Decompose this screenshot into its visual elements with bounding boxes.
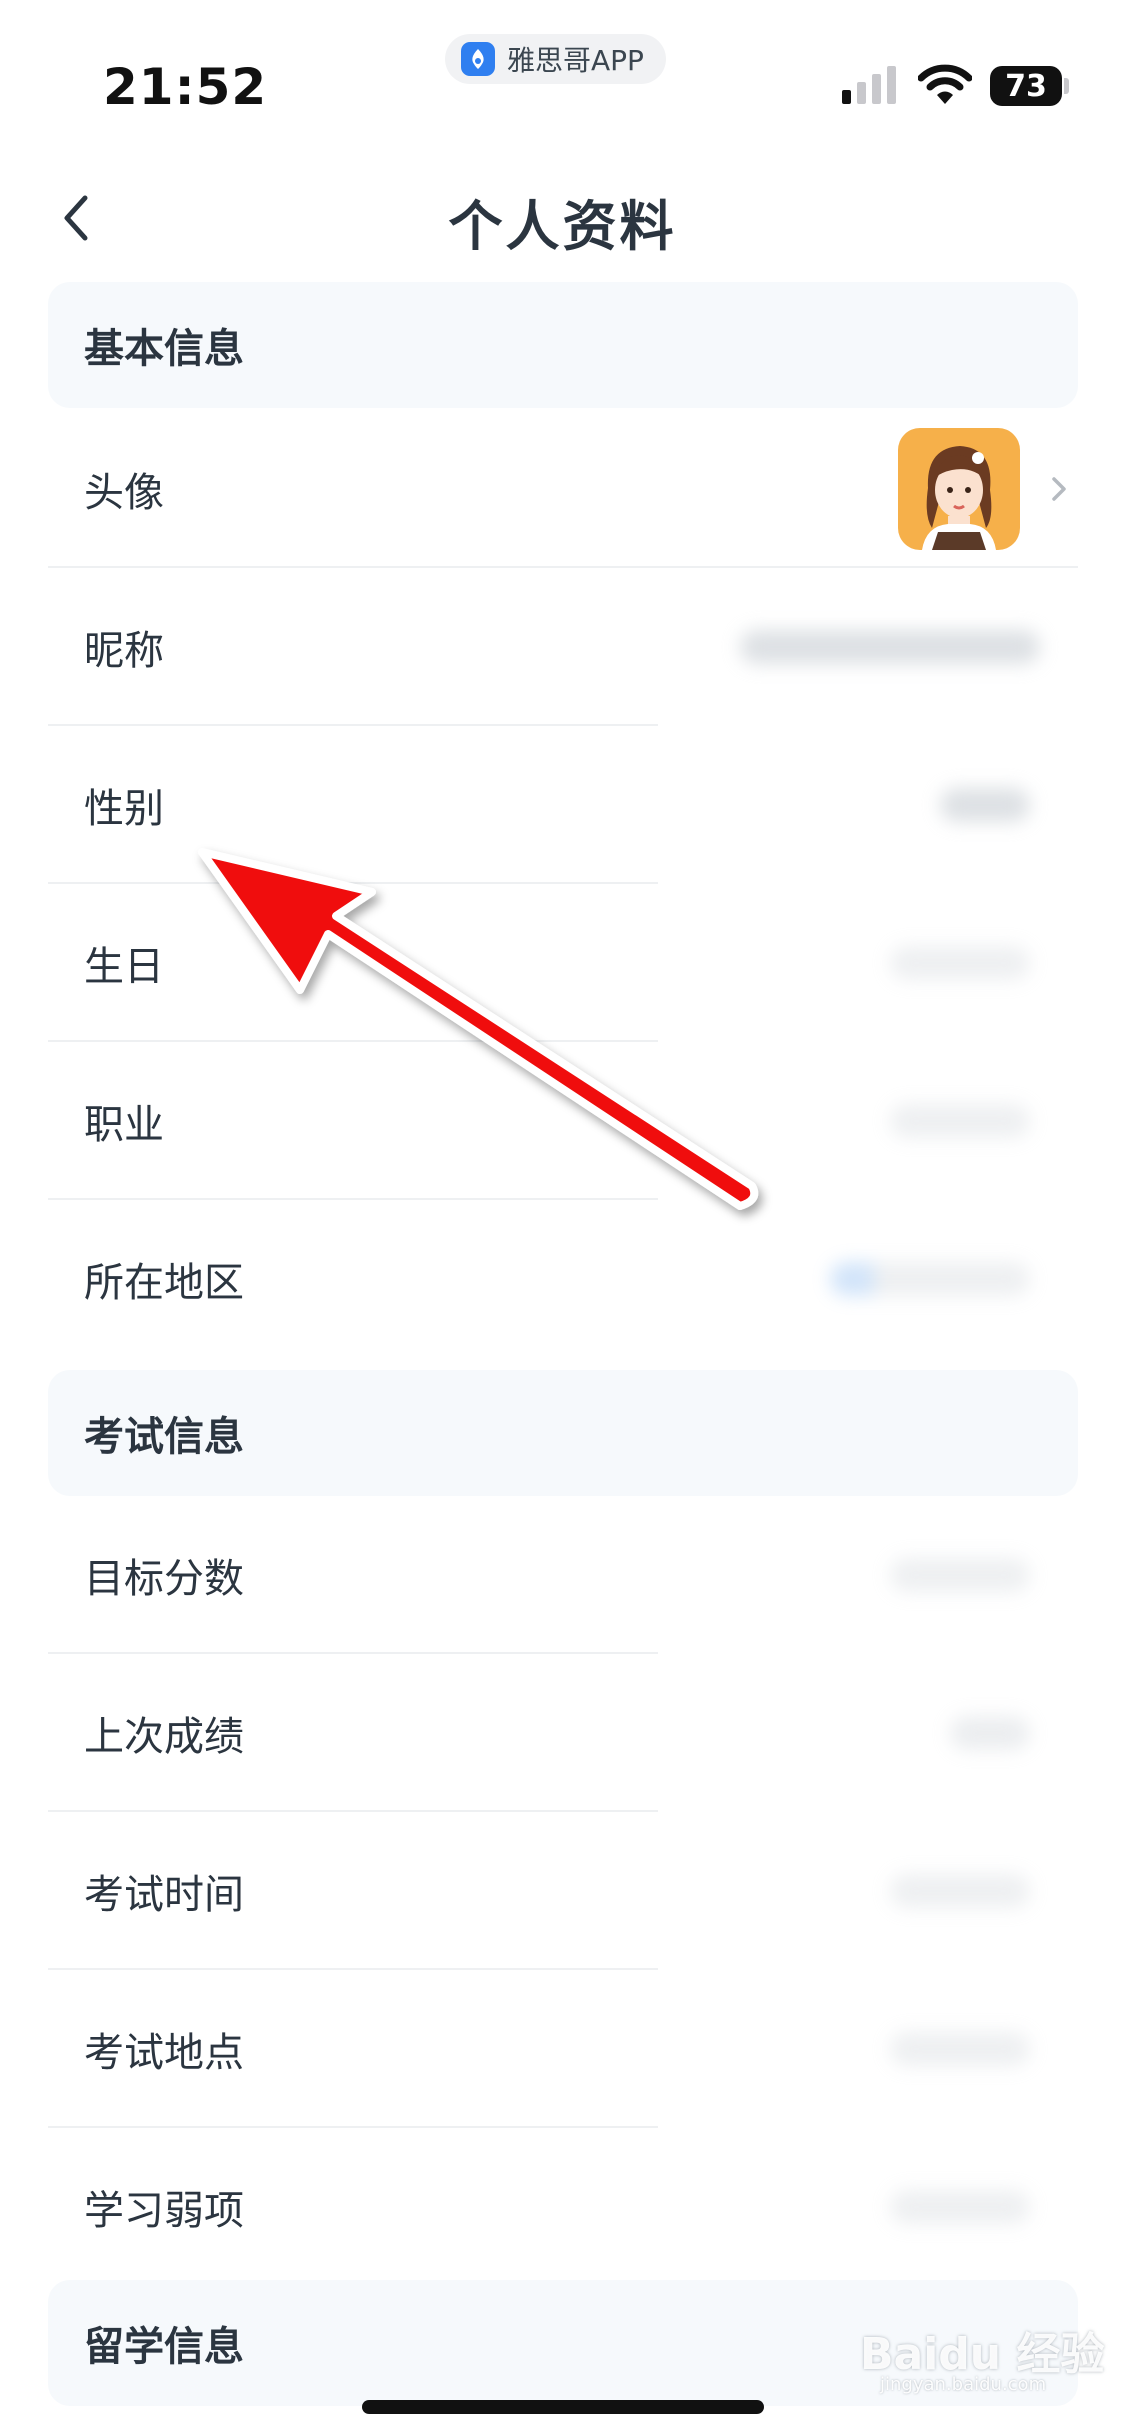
exam-place-value-blurred [890,2032,1030,2066]
section-title-study-abroad: 留学信息 [84,2324,244,2370]
row-avatar[interactable]: 头像 [48,410,1078,568]
row-label-gender: 性别 [84,786,164,832]
row-target-score[interactable]: 目标分数 [48,1496,1078,1654]
row-weak-item[interactable]: 学习弱项 [48,2128,1078,2286]
row-label-nickname: 昵称 [84,628,164,674]
row-label-exam-time: 考试时间 [84,1872,244,1918]
row-label-exam-place: 考试地点 [84,2030,244,2076]
chevron-right-icon [1052,477,1066,501]
app-pill-label: 雅思哥APP [507,44,644,77]
battery-cap [1064,78,1069,94]
row-region[interactable]: 所在地区 [48,1200,1078,1358]
row-label-target-score: 目标分数 [84,1556,244,1602]
home-indicator[interactable] [362,2400,764,2414]
row-label-last-score: 上次成绩 [84,1714,244,1760]
avatar[interactable] [898,428,1020,550]
battery-level: 73 [1005,68,1047,104]
occupation-value-blurred [890,1104,1030,1138]
cellular-signal-icon [842,66,896,104]
nickname-value-blurred [740,630,1040,664]
section-title-basic: 基本信息 [84,326,244,372]
last-score-value-blurred [950,1716,1030,1750]
status-time: 21:52 [103,58,268,116]
row-label-weak-item: 学习弱项 [84,2188,244,2234]
target-score-value-blurred [890,1558,1030,1592]
navigation-bar: 个人资料 [0,160,1125,270]
gender-value-blurred [940,788,1030,822]
status-bar: 21:52 雅思哥APP 73 [0,0,1125,140]
battery-icon: 73 [990,66,1062,106]
birthday-value-blurred [890,946,1030,980]
app-logo-icon [461,42,495,76]
row-nickname[interactable]: 昵称 [48,568,1078,726]
row-label-birthday: 生日 [84,944,164,990]
row-label-region: 所在地区 [84,1260,244,1306]
watermark-url: jingyan.baidu.com [880,2374,1047,2395]
watermark-brand: Baidu 经验 [860,2329,1105,2380]
section-title-exam: 考试信息 [84,1414,244,1460]
row-exam-time[interactable]: 考试时间 [48,1812,1078,1970]
row-label-occupation: 职业 [84,1102,164,1148]
row-gender[interactable]: 性别 [48,726,1078,884]
region-value-blurred [830,1262,1030,1296]
row-exam-place[interactable]: 考试地点 [48,1970,1078,2128]
row-birthday[interactable]: 生日 [48,884,1078,1042]
row-last-score[interactable]: 上次成绩 [48,1654,1078,1812]
weak-item-value-blurred [890,2190,1030,2224]
page-title: 个人资料 [448,195,677,258]
wifi-icon [917,64,973,110]
row-occupation[interactable]: 职业 [48,1042,1078,1200]
section-header-exam: 考试信息 [48,1370,1078,1496]
back-to-app-pill[interactable]: 雅思哥APP [445,34,666,84]
row-label-avatar: 头像 [84,470,164,516]
section-header-basic: 基本信息 [48,282,1078,408]
exam-time-value-blurred [890,1874,1030,1908]
